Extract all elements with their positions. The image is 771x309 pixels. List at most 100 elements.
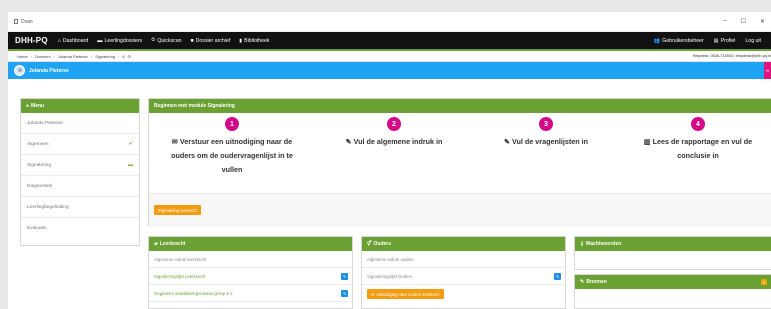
list-item[interactable]: Gegevens ontwikkelingsniveau groep 1-2 ✎ bbox=[149, 285, 352, 302]
bronnen-title: Bronnen bbox=[586, 279, 607, 285]
add-source-button[interactable]: + bbox=[761, 279, 767, 285]
bronnen-header: ✎ Bronnen + bbox=[575, 275, 771, 289]
top-navbar: DHH-PQ ⌂ Dashboard ▬ Leerlingdossiers ⏲ Qui… bbox=[8, 32, 771, 49]
step-line: Vul de vragenlijsten in bbox=[512, 137, 589, 146]
breadcrumb-separator: › bbox=[53, 53, 55, 59]
avatar bbox=[14, 65, 25, 76]
list-item[interactable]: Algemene indruk leerkracht bbox=[149, 251, 352, 268]
signalering-header: Beginnen met module Signalering bbox=[149, 99, 771, 113]
step-line: Verstuur een uitnodiging naar de bbox=[179, 137, 293, 146]
check-icon: ✔ bbox=[128, 141, 133, 147]
bar-chart-icon: ▥ bbox=[643, 137, 651, 146]
close-icon[interactable]: ✕ bbox=[760, 18, 765, 25]
key-icon: ⚷ bbox=[580, 241, 584, 247]
step-3: 3 ✎ Vul de vragenlijsten in bbox=[471, 117, 621, 149]
step-line: conclusie in bbox=[677, 151, 719, 160]
step-2: 2 ✎ Vul de algemene indruk in bbox=[319, 117, 469, 149]
nav-logout[interactable]: Log uit bbox=[745, 38, 761, 44]
student-header: Jolanda Pieterse Hi bbox=[8, 62, 771, 79]
list-item-label: Algemene indruk leerkracht bbox=[154, 256, 207, 262]
menu-item-label: Signalering bbox=[27, 162, 52, 168]
signalering-panel: Beginnen met module Signalering 1 ✉ Vers… bbox=[148, 98, 771, 227]
nav-label: Gebruikersbeheer bbox=[662, 37, 704, 44]
step-text: ▥ Lees de rapportage en vul de conclusie… bbox=[623, 135, 771, 163]
nav-label: Dossier archief bbox=[195, 37, 231, 44]
step-text: ✎ Vul de algemene indruk in bbox=[319, 135, 469, 149]
minimize-icon[interactable]: – bbox=[723, 18, 726, 25]
book-icon: ▮ bbox=[239, 37, 243, 44]
navbar-right: 👥 Gebruikersbeheer ▤ Profiel Log uit bbox=[650, 32, 767, 49]
nav-label: Profiel bbox=[720, 37, 736, 44]
menu-item-algemeen[interactable]: Algemeen ✔ bbox=[21, 134, 139, 155]
nav-label: Dashboard bbox=[62, 37, 89, 44]
nav-gebruikersbeheer[interactable]: 👥 Gebruikersbeheer bbox=[654, 38, 704, 44]
leerkracht-panel: ▰ Leerkracht Algemene indruk leerkracht S… bbox=[148, 236, 353, 309]
menu-item-student[interactable]: Jolanda Pieterse bbox=[21, 113, 139, 134]
list-item[interactable]: Signaleringslijst Leerkracht ✎ bbox=[149, 268, 352, 285]
ouders-title: Ouders bbox=[373, 241, 392, 247]
wachtwoorden-header: ⚷ Wachtwoorden bbox=[575, 237, 771, 251]
nav-leerlingdossiers[interactable]: ▬ Leerlingdossiers bbox=[97, 38, 142, 44]
steps-row: 1 ✉ Verstuur een uitnodiging naar de oud… bbox=[149, 113, 771, 183]
menu-item-evaluatie[interactable]: Evaluatie bbox=[21, 218, 139, 239]
refresh-icon[interactable]: ⟳ bbox=[128, 54, 131, 59]
list-item-label: Algemene indruk ouders bbox=[367, 256, 414, 262]
in-progress-icon: ▬ bbox=[128, 162, 133, 168]
signalering-overview-button[interactable]: Signalering overzicht bbox=[154, 205, 201, 215]
leerkracht-header: ▰ Leerkracht bbox=[149, 237, 352, 251]
list-item-label: Signaleringslijst Leerkracht bbox=[154, 273, 206, 279]
list-item-label: Gegevens ontwikkelingsniveau groep 1-2 bbox=[154, 290, 233, 296]
step-number: 3 bbox=[539, 117, 553, 131]
wachtwoorden-panel: ⚷ Wachtwoorden bbox=[574, 236, 771, 270]
signalering-title: Beginnen met module Signalering bbox=[154, 103, 235, 109]
edit-button[interactable]: ✎ bbox=[341, 289, 348, 297]
edit-button[interactable]: ✎ bbox=[341, 272, 348, 280]
window-titlebar: Dvan – ☐ ✕ bbox=[8, 12, 771, 32]
list-item-label: Signaleringslijst Ouders bbox=[367, 273, 413, 279]
wrench-icon: ✎ bbox=[580, 279, 585, 285]
brand-logo[interactable]: DHH-PQ bbox=[15, 36, 48, 45]
browser-window: Dvan – ☐ ✕ DHH-PQ ⌂ Dashboard ▬ Leerlingdo… bbox=[8, 12, 771, 309]
breadcrumb-signalering[interactable]: Signalering bbox=[95, 54, 115, 59]
invite-parents-button[interactable]: ✉ Uitnodiging naar ouders versturen bbox=[367, 289, 444, 299]
nav-label: Leerlingdossiers bbox=[104, 37, 143, 44]
breadcrumb-home[interactable]: Home bbox=[17, 54, 28, 59]
users-icon: 👥 bbox=[653, 37, 661, 44]
maximize-icon[interactable]: ☐ bbox=[741, 18, 746, 25]
folder-icon: ▬ bbox=[97, 37, 103, 44]
nav-profiel[interactable]: ▤ Profiel bbox=[714, 38, 736, 44]
edit-icon: ✎ bbox=[503, 137, 510, 146]
window-controls: – ☐ ✕ bbox=[723, 18, 765, 25]
side-tab[interactable]: Hi bbox=[764, 62, 771, 79]
nav-label: Bibliotheek bbox=[244, 37, 270, 44]
envelope-icon: ✉ bbox=[171, 137, 178, 146]
nav-dossier-archief[interactable]: ■ Dossier archief bbox=[191, 38, 231, 44]
leerkracht-title: Leerkracht bbox=[159, 241, 186, 247]
profile-icon: ▤ bbox=[713, 37, 719, 44]
nav-quickscan[interactable]: ⏲ Quickscan bbox=[151, 37, 181, 44]
menu-title: Menu bbox=[31, 103, 45, 109]
step-1: 1 ✉ Verstuur een uitnodiging naar de oud… bbox=[149, 117, 315, 177]
nav-dashboard[interactable]: ⌂ Dashboard bbox=[58, 38, 89, 44]
list-item[interactable]: Algemene indruk ouders bbox=[362, 251, 565, 268]
nav-bibliotheek[interactable]: ▮ Bibliotheek bbox=[239, 38, 269, 44]
menu-item-diagnostiek[interactable]: Diagnostiek bbox=[21, 176, 139, 197]
step-line: Vul de algemene indruk in bbox=[353, 137, 443, 146]
edit-button[interactable]: ✎ bbox=[554, 272, 561, 280]
breadcrumb-student[interactable]: Jolanda Pieterse bbox=[58, 54, 88, 59]
step-line: vullen bbox=[221, 165, 243, 174]
menu-item-label: Algemeen bbox=[27, 141, 49, 147]
envelope-icon: ✉ bbox=[371, 291, 375, 297]
ouders-footer: ✉ Uitnodiging naar ouders versturen bbox=[362, 285, 565, 299]
menu-item-signalering[interactable]: Signalering ▬ bbox=[21, 155, 139, 176]
list-item[interactable]: Signaleringslijst Ouders ✎ bbox=[362, 268, 565, 285]
step-4: 4 ▥ Lees de rapportage en vul de conclus… bbox=[623, 117, 771, 163]
breadcrumb-dossiers[interactable]: Dossiers bbox=[35, 54, 51, 59]
dashboard-icon: ⌂ bbox=[57, 37, 61, 44]
breadcrumb: Home › Dossiers › Jolanda Pieterse › Signal… bbox=[8, 51, 771, 62]
ouders-panel: ⚥ Ouders Algemene indruk ouders Signaleri… bbox=[361, 236, 566, 309]
ouders-header: ⚥ Ouders bbox=[362, 237, 565, 251]
menu-item-leerlingbegeleiding[interactable]: Leerlingbegeleiding bbox=[21, 197, 139, 218]
menu-header: ● Menu bbox=[21, 99, 139, 113]
helpdesk-info: Helpdesk: 0526-714592 / helpdesk@dhh-pq.… bbox=[692, 54, 771, 58]
